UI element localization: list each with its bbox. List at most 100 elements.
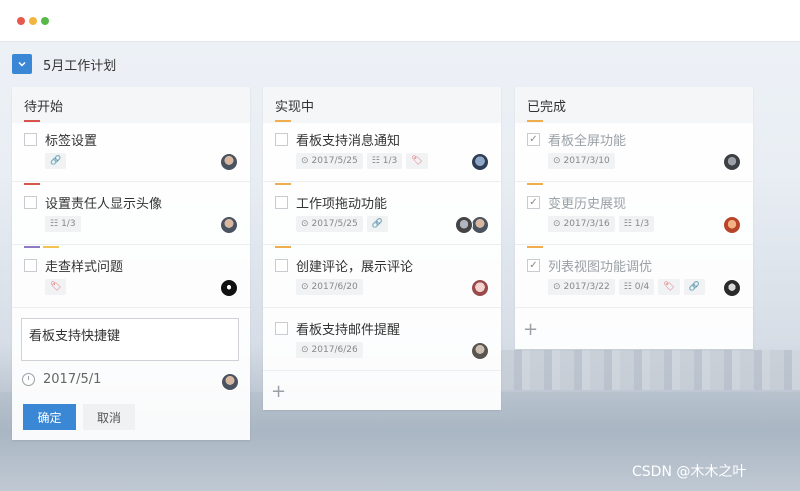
card-title-row: ✓ 变更历史展现 [527, 193, 626, 212]
task-card[interactable]: 工作项拖动功能 ⊙ 2017/5/25 🔗 [263, 183, 501, 245]
assignee-avatar[interactable] [220, 216, 238, 234]
priority-bar [43, 246, 59, 248]
card-title-row: ✓ 列表视图功能调优 [527, 256, 652, 275]
checkbox[interactable] [275, 196, 288, 209]
card-meta: ⊙ 2017/5/25 🔗 [296, 216, 388, 232]
new-card-assignee-avatar[interactable] [221, 373, 239, 391]
assignee-avatar[interactable] [471, 216, 489, 234]
priority-bars [24, 246, 59, 248]
assignee-avatar[interactable] [471, 279, 489, 297]
meta-chip: 🔗 [366, 216, 388, 232]
confirm-button[interactable]: 确定 [23, 404, 76, 430]
new-card-date[interactable]: 2017/5/1 [22, 372, 101, 387]
meta-text: 2017/6/26 [311, 345, 358, 355]
meta-text: 2017/3/16 [563, 219, 610, 229]
task-card[interactable]: ✓ 变更历史展现 ⊙ 2017/3/16 ☷ 1/3 [515, 183, 753, 245]
meta-chip: 🔗 [45, 153, 67, 169]
task-card[interactable]: 走查样式问题 🏷 [12, 246, 250, 308]
assignee-avatar[interactable] [471, 153, 489, 171]
task-card[interactable]: 设置责任人显示头像 ☷ 1/3 [12, 183, 250, 245]
card-title: 看板支持消息通知 [296, 134, 401, 149]
collapse-button[interactable] [12, 54, 32, 74]
assignee-avatar[interactable] [723, 153, 741, 171]
checkbox[interactable] [24, 133, 37, 146]
clock-icon: ⊙ [301, 345, 309, 355]
card-meta: ☷ 1/3 [45, 216, 81, 232]
subtask-icon: ☷ [371, 156, 380, 166]
app-window: 5月工作计划 待开始 实现中 已完成 标签设置 🔗 设置责任人显示头像 ☷ 1/3 走查样… [0, 0, 800, 491]
clock-icon: ⊙ [301, 282, 309, 292]
card-title-row: 走查样式问题 [24, 256, 123, 275]
subtask-icon: ☷ [623, 282, 632, 292]
cancel-button[interactable]: 取消 [83, 404, 135, 430]
checkbox[interactable] [24, 196, 37, 209]
meta-chip: ⊙ 2017/5/25 [296, 216, 363, 232]
meta-chip: ⊙ 2017/6/26 [296, 342, 363, 358]
card-title-row: 标签设置 [24, 130, 97, 149]
meta-chip: 🏷 [658, 279, 680, 295]
checked-checkbox[interactable]: ✓ [527, 259, 540, 272]
task-card[interactable]: ✓ 看板全屏功能 ⊙ 2017/3/10 [515, 120, 753, 182]
assignee-avatar[interactable] [471, 342, 489, 360]
checkbox[interactable] [275, 133, 288, 146]
card-title: 变更历史展现 [548, 197, 627, 212]
card-meta: 🏷 [45, 279, 67, 295]
task-card[interactable]: 看板支持消息通知 ⊙ 2017/5/25 ☷ 1/3 🏷 [263, 120, 501, 182]
meta-chip: ⊙ 2017/3/16 [548, 216, 615, 232]
assignee-avatar[interactable] [220, 279, 238, 297]
new-card-date-text: 2017/5/1 [43, 372, 102, 387]
new-card-input[interactable]: 看板支持快捷键 [21, 318, 239, 361]
link-icon: 🔗 [688, 282, 700, 292]
meta-chip: ⊙ 2017/6/20 [296, 279, 363, 295]
card-meta: ⊙ 2017/3/22 ☷ 0/4 🏷 🔗 [548, 279, 705, 295]
assignee-avatar[interactable] [723, 216, 741, 234]
checkbox[interactable] [275, 322, 288, 335]
priority-bar [24, 246, 40, 248]
priority-bar [527, 183, 543, 185]
checkbox[interactable] [275, 259, 288, 272]
card-title: 列表视图功能调优 [548, 260, 653, 275]
task-card[interactable]: 看板支持邮件提醒 ⊙ 2017/6/26 [263, 309, 501, 371]
meta-chip: ☷ 1/3 [366, 153, 403, 169]
meta-chip: 🏷 [45, 279, 67, 295]
priority-bar [275, 183, 291, 185]
task-card[interactable]: 创建评论，展示评论 ⊙ 2017/6/20 [263, 246, 501, 308]
minimize-window-button[interactable] [29, 17, 37, 25]
checkbox[interactable] [24, 259, 37, 272]
background-skyline [500, 350, 800, 390]
clock-icon: ⊙ [301, 156, 309, 166]
clock-icon: ⊙ [553, 156, 561, 166]
clock-icon: ⊙ [553, 282, 561, 292]
maximize-window-button[interactable] [41, 17, 49, 25]
column-title: 实现中 [263, 87, 501, 123]
priority-bar [24, 183, 40, 185]
card-title: 标签设置 [45, 134, 98, 149]
card-title: 看板支持邮件提醒 [296, 323, 401, 338]
meta-chip: ⊙ 2017/5/25 [296, 153, 363, 169]
meta-chip: 🔗 [683, 279, 705, 295]
card-title-row: 看板支持邮件提醒 [275, 319, 400, 338]
card-meta: ⊙ 2017/6/20 [296, 279, 363, 295]
card-title: 看板全屏功能 [548, 134, 627, 149]
project-title: 5月工作计划 [43, 58, 117, 74]
assignee-avatar[interactable] [723, 279, 741, 297]
project-header: 5月工作计划 [12, 54, 116, 74]
close-window-button[interactable] [17, 17, 25, 25]
card-title-row: 创建评论，展示评论 [275, 256, 413, 275]
checked-checkbox[interactable]: ✓ [527, 133, 540, 146]
add-card-button[interactable]: + [523, 321, 538, 339]
link-icon: 🔗 [371, 219, 383, 229]
assignee-avatar[interactable] [220, 153, 238, 171]
meta-text: 1/3 [634, 219, 650, 229]
meta-chip: ⊙ 2017/3/22 [548, 279, 615, 295]
card-title-row: 工作项拖动功能 [275, 193, 387, 212]
add-card-button[interactable]: + [271, 383, 286, 401]
assignee-avatar[interactable] [455, 216, 473, 234]
card-title: 创建评论，展示评论 [296, 260, 414, 275]
task-card[interactable]: ✓ 列表视图功能调优 ⊙ 2017/3/22 ☷ 0/4 🏷 🔗 [515, 246, 753, 308]
tag-icon: 🏷 [663, 282, 675, 292]
checked-checkbox[interactable]: ✓ [527, 196, 540, 209]
meta-text: 2017/5/25 [311, 156, 358, 166]
meta-text: 2017/6/20 [311, 282, 358, 292]
task-card[interactable]: 标签设置 🔗 [12, 120, 250, 182]
